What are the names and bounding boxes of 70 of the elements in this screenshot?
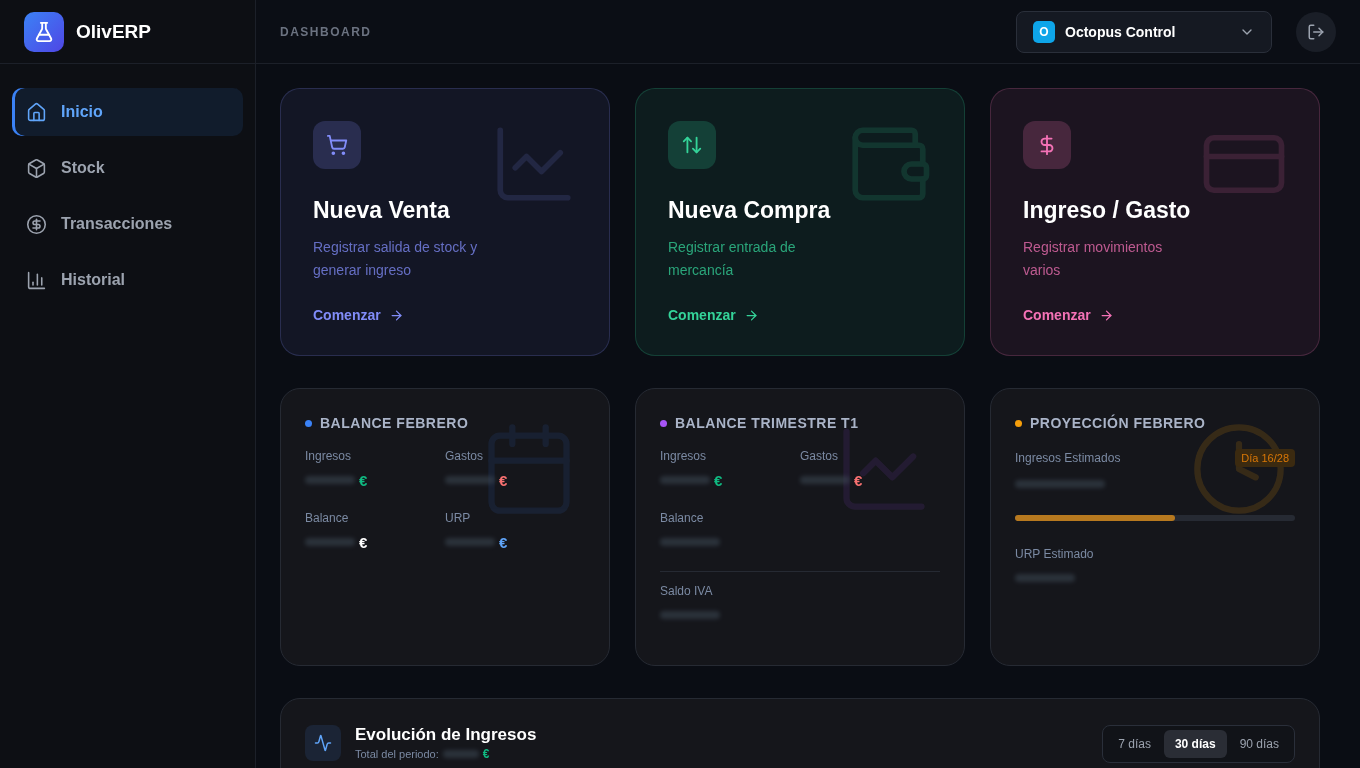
currency-symbol: € <box>854 471 863 489</box>
card-title: Ingreso / Gasto <box>1023 197 1192 224</box>
blurred-value <box>305 538 355 546</box>
field-label: Gastos <box>800 449 839 463</box>
currency-symbol: € <box>482 747 490 761</box>
day-badge: Día 16/28 <box>1235 449 1295 467</box>
card-title: Nueva Venta <box>313 197 451 224</box>
action-icon <box>1023 121 1071 169</box>
field-label: Gastos <box>445 449 484 463</box>
logout-icon <box>1307 22 1325 41</box>
field-label: URP Estimado <box>1015 547 1095 561</box>
blurred-value <box>800 476 850 484</box>
card-title: BALANCE TRIMESTRE T1 <box>675 415 859 431</box>
nav-icon <box>26 269 47 291</box>
currency-symbol: € <box>359 471 368 489</box>
card-description: Registrar salida de stock y generar ingreso <box>313 238 479 280</box>
blurred-value <box>660 538 720 546</box>
card-title: PROYECCIÓN FEBRERO <box>1030 415 1206 431</box>
field-label: Ingresos <box>305 449 353 463</box>
logout-button[interactable] <box>1296 11 1336 52</box>
start-link[interactable]: Comenzar <box>668 307 932 323</box>
currency-symbol: € <box>714 471 723 489</box>
card-title: Nueva Compra <box>668 197 832 224</box>
range-tab[interactable]: 30 días <box>1163 730 1227 758</box>
field-label: Ingresos <box>660 449 708 463</box>
action-card[interactable]: Nueva Compra Registrar entrada de mercancía Comenzar <box>635 88 965 356</box>
flask-logo-icon <box>24 11 64 52</box>
company-badge: O <box>1033 20 1055 43</box>
nav-icon <box>26 101 47 123</box>
blurred-value <box>1015 574 1075 582</box>
blurred-value <box>445 476 495 484</box>
field-label: Saldo IVA <box>660 584 714 598</box>
action-card[interactable]: Ingreso / Gasto Registrar movimientos varios Comenzar <box>990 88 1320 356</box>
period-total-label: Total del periodo: <box>355 748 439 760</box>
arrow-right-icon <box>743 307 759 323</box>
action-icon <box>668 121 716 169</box>
field-label: Balance <box>660 511 705 525</box>
breadcrumb: DASHBOARD <box>280 24 373 39</box>
arrow-right-icon <box>1098 307 1114 323</box>
field-label: Balance <box>305 511 350 525</box>
blurred-value <box>442 750 479 758</box>
blurred-value <box>660 476 710 484</box>
currency-symbol: € <box>499 471 508 489</box>
nav-item[interactable]: Stock <box>12 144 243 192</box>
start-link[interactable]: Comenzar <box>313 307 577 323</box>
nav-item[interactable]: Transacciones <box>12 200 243 248</box>
field-label: URP <box>445 511 472 525</box>
card-description: Registrar movimientos varios <box>1023 238 1164 280</box>
activity-icon <box>305 725 341 761</box>
nav-icon <box>26 157 47 179</box>
arrow-right-icon <box>388 307 404 323</box>
currency-symbol: € <box>499 533 508 551</box>
app-name: OlivERP <box>76 20 151 43</box>
card-description: Registrar entrada de mercancía <box>668 238 797 280</box>
chart-title: Evolución de Ingresos <box>355 725 538 745</box>
blurred-value <box>305 476 355 484</box>
range-tab[interactable]: 90 días <box>1228 730 1290 758</box>
start-link[interactable]: Comenzar <box>1023 307 1287 323</box>
field-label: Ingresos Estimados <box>1015 451 1121 465</box>
action-card[interactable]: Nueva Venta Registrar salida de stock y generar ingreso Comenzar <box>280 88 610 356</box>
nav-item[interactable]: Inicio <box>12 88 243 136</box>
range-tab[interactable]: 7 días <box>1107 730 1162 758</box>
card-title: BALANCE FEBRERO <box>320 415 469 431</box>
blurred-value <box>660 611 720 619</box>
nav-icon <box>26 213 47 235</box>
action-icon <box>313 121 361 169</box>
nav-item[interactable]: Historial <box>12 256 243 304</box>
blurred-value <box>445 538 495 546</box>
company-selector[interactable]: O Octopus Control <box>1016 10 1272 53</box>
currency-symbol: € <box>359 533 368 551</box>
